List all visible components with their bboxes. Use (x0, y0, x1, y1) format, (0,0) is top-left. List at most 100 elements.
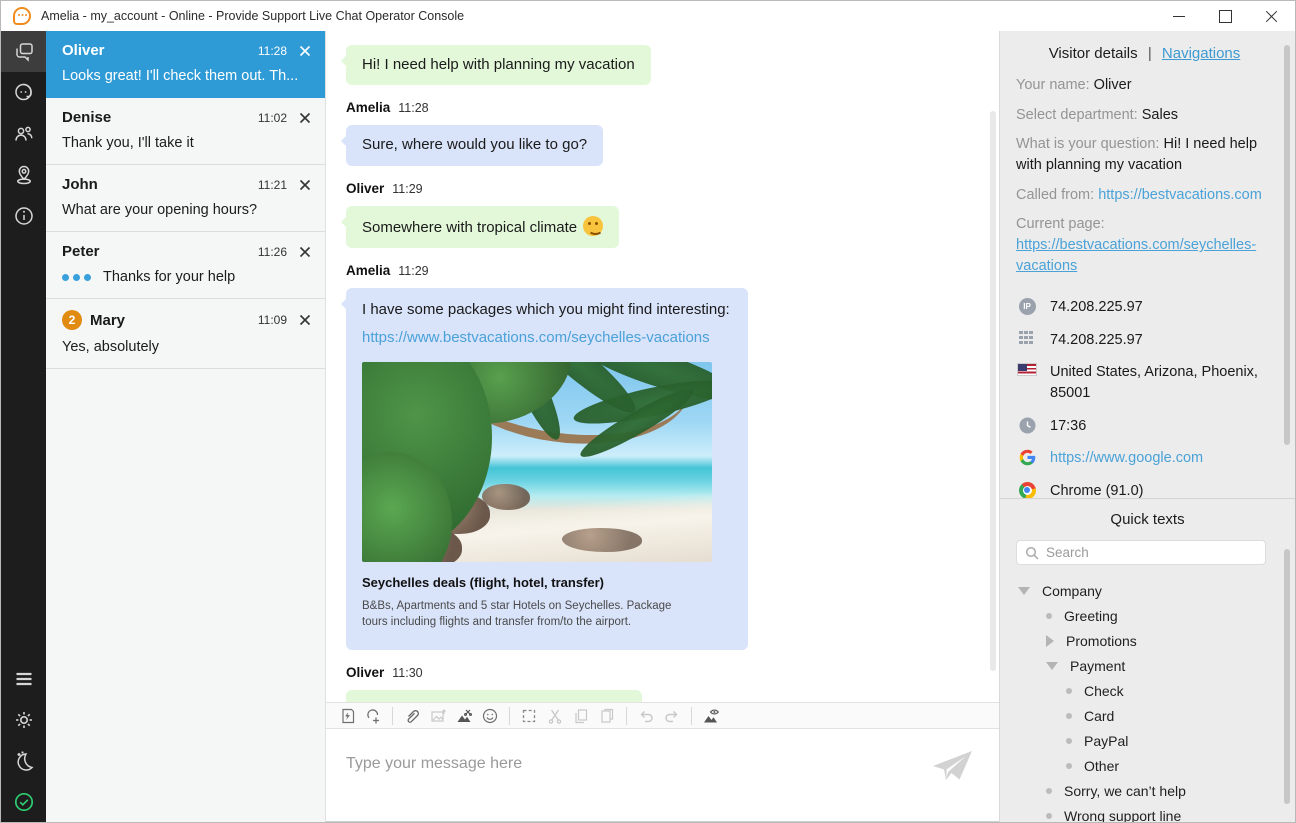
image-preview-icon[interactable] (698, 704, 724, 728)
tree-item-company[interactable]: Company (1016, 578, 1279, 603)
chat-time: 11:02 (258, 111, 287, 125)
message-time: 11:28 (398, 101, 428, 115)
tab-visitor-details[interactable]: Visitor details (1049, 45, 1138, 62)
chat-list-item-john[interactable]: John 11:21 What are your opening hours? (46, 165, 325, 232)
vacation-link[interactable]: https://www.bestvacations.com/seychelles… (362, 328, 730, 348)
copy-icon (568, 704, 594, 728)
visitor-message: Looks great! I'll check them out. Thanks (346, 690, 642, 702)
message-author: Oliver (346, 181, 384, 196)
chevron-expanded-icon[interactable] (1046, 662, 1058, 670)
online-check-icon (12, 790, 36, 814)
chat-time: 11:26 (258, 245, 287, 259)
operator-headset-icon (12, 81, 36, 105)
message-time: 11:30 (392, 666, 422, 680)
add-quick-text-icon[interactable] (360, 704, 386, 728)
info-icon (12, 204, 36, 228)
chat-time: 11:28 (258, 44, 287, 58)
message-meta: Oliver 11:29 (346, 181, 969, 196)
tab-navigations[interactable]: Navigations (1162, 45, 1240, 62)
sidebar-item-chats[interactable] (1, 31, 46, 72)
insert-quick-text-icon[interactable] (334, 704, 360, 728)
current-page-link[interactable]: https://bestvacations.com/seychelles-vac… (1016, 237, 1256, 274)
close-icon[interactable] (1265, 10, 1277, 22)
quick-texts-title: Quick texts (1016, 511, 1279, 528)
chat-preview: What are your opening hours? (62, 202, 311, 218)
sidebar-item-online-status[interactable] (1, 781, 46, 822)
message-time: 11:29 (392, 182, 422, 196)
chevron-expanded-icon[interactable] (1018, 587, 1030, 595)
clock-icon (1016, 417, 1038, 434)
chat-list-item-denise[interactable]: Denise 11:02 Thank you, I'll take it (46, 98, 325, 165)
host-icon (1016, 331, 1038, 345)
sidebar-item-settings[interactable] (1, 699, 46, 740)
info-row-host: 74.208.225.97 (1016, 330, 1273, 351)
info-row-location: United States, Arizona, Phoenix, 85001 (1016, 362, 1273, 404)
chat-list-item-oliver[interactable]: Oliver 11:28 Looks great! I'll check the… (46, 31, 325, 98)
referrer-link[interactable]: https://www.google.com (1050, 448, 1203, 469)
info-row-browser: Chrome (91.0) (1016, 481, 1273, 498)
chat-preview: Looks great! I'll check them out. Th... (62, 68, 311, 84)
chat-preview: Thank you, I'll take it (62, 135, 311, 151)
chat-list-item-peter[interactable]: Peter 11:26 Thanks for your help (46, 232, 325, 299)
chat-bubbles-icon (12, 40, 36, 64)
chat-time: 11:21 (258, 178, 287, 192)
unread-count-badge: 2 (62, 310, 82, 330)
sidebar-item-visitors[interactable] (1, 113, 46, 154)
tree-item-paypal[interactable]: PayPal (1016, 728, 1279, 753)
close-chat-icon[interactable] (299, 45, 311, 57)
close-chat-icon[interactable] (299, 179, 311, 191)
tree-item-check[interactable]: Check (1016, 678, 1279, 703)
field-question: What is your question: Hi! I need help w… (1016, 134, 1273, 176)
operator-console-window: Amelia - my_account - Online - Provide S… (0, 0, 1296, 823)
visitor-name: John (62, 176, 98, 193)
send-screenshot-icon[interactable] (451, 704, 477, 728)
bullet-icon (1046, 788, 1052, 794)
quick-texts-scrollbar[interactable] (1284, 549, 1290, 804)
close-chat-icon[interactable] (299, 314, 311, 326)
bullet-icon (1046, 613, 1052, 619)
tree-item-payment[interactable]: Payment (1016, 653, 1279, 678)
sidebar-item-info[interactable] (1, 195, 46, 236)
tree-item-other[interactable]: Other (1016, 753, 1279, 778)
us-flag-icon (1016, 363, 1038, 376)
chat-list-item-mary[interactable]: 2 Mary 11:09 Yes, absolutely (46, 299, 325, 369)
cut-icon (542, 704, 568, 728)
location-pin-icon (12, 163, 36, 187)
sidebar-item-menu[interactable] (1, 658, 46, 699)
tree-item-promotions[interactable]: Promotions (1016, 628, 1279, 653)
visitor-name: Mary (90, 312, 125, 329)
sidebar-item-dark-mode[interactable] (1, 740, 46, 781)
right-panel: Visitor details | Navigations Your name:… (999, 31, 1295, 822)
bullet-icon (1046, 813, 1052, 819)
chat-preview: Yes, absolutely (62, 339, 311, 355)
operator-message-card: I have some packages which you might fin… (346, 288, 748, 650)
conversation-scrollbar[interactable] (990, 111, 996, 671)
send-message-icon[interactable] (933, 751, 973, 788)
maximize-icon[interactable] (1219, 10, 1231, 22)
field-current-page: Current page: https://bestvacations.com/… (1016, 214, 1273, 277)
close-chat-icon[interactable] (299, 246, 311, 258)
tree-item-sorry-we-cant-help[interactable]: Sorry, we can’t help (1016, 778, 1279, 803)
select-area-icon[interactable] (516, 704, 542, 728)
message-time: 11:29 (398, 264, 428, 278)
close-chat-icon[interactable] (299, 112, 311, 124)
called-from-link[interactable]: https://bestvacations.com (1098, 187, 1262, 203)
visitor-details-scrollbar[interactable] (1284, 45, 1290, 445)
chevron-collapsed-icon[interactable] (1046, 635, 1054, 647)
quick-texts-search[interactable] (1016, 540, 1266, 565)
tree-item-greeting[interactable]: Greeting (1016, 603, 1279, 628)
attach-file-icon[interactable] (399, 704, 425, 728)
search-input[interactable] (1046, 545, 1246, 560)
sidebar-item-operator[interactable] (1, 72, 46, 113)
info-row-ip: IP 74.208.225.97 (1016, 297, 1273, 318)
sidebar-item-geo-location[interactable] (1, 154, 46, 195)
minimize-icon[interactable] (1173, 10, 1185, 22)
tree-item-wrong-support-line[interactable]: Wrong support line (1016, 803, 1279, 822)
message-author: Amelia (346, 100, 390, 115)
tree-item-card[interactable]: Card (1016, 703, 1279, 728)
bullet-icon (1066, 713, 1072, 719)
conversation-area: Hi! I need help with planning my vacatio… (326, 31, 999, 822)
emoji-icon[interactable] (477, 704, 503, 728)
visitor-message: Somewhere with tropical climate (346, 206, 619, 248)
message-input[interactable] (346, 755, 926, 773)
